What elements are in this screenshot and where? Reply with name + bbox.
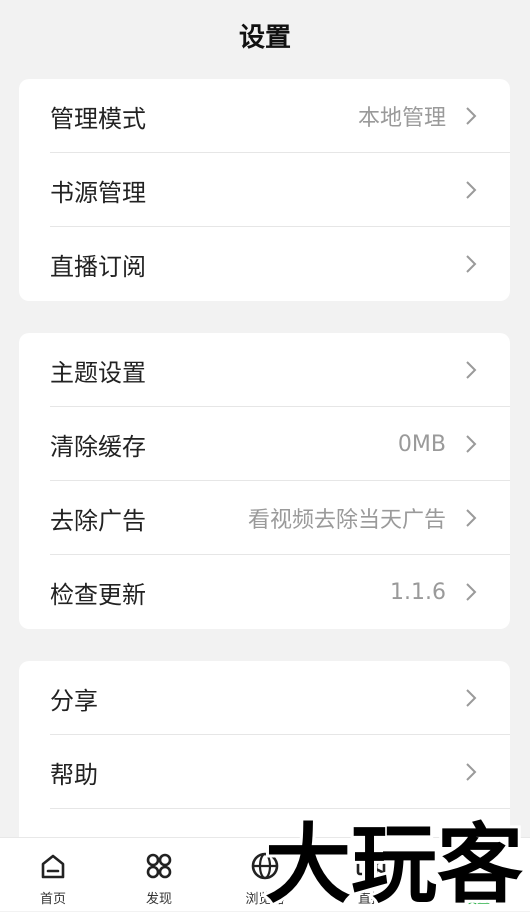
tab-live[interactable]: 直播 <box>318 838 424 911</box>
page-title: 设置 <box>238 22 291 53</box>
settings-group-management: 管理模式 本地管理 书源管理 直播订阅 <box>19 79 510 301</box>
setting-row-clear-cache[interactable]: 清除缓存 0MB <box>19 407 510 481</box>
divider <box>50 808 510 809</box>
chevron-right-icon <box>466 107 477 125</box>
settings-group-general: 主题设置 清除缓存 0MB 去除广告 看视频去除当天广告 检查更新 1.1.6 <box>19 333 510 629</box>
setting-row-check-update[interactable]: 检查更新 1.1.6 <box>19 555 510 629</box>
tab-label: 发现 <box>145 892 172 907</box>
chevron-right-icon <box>466 181 477 199</box>
setting-row-live-subscription[interactable]: 直播订阅 <box>19 227 510 301</box>
home-icon <box>41 854 65 879</box>
setting-value: 1.1.6 <box>390 579 446 605</box>
chevron-right-icon <box>466 763 477 781</box>
setting-label: 书源管理 <box>50 178 146 207</box>
setting-value: 0MB <box>397 431 446 457</box>
video-camera-icon <box>356 857 386 876</box>
tab-label: 首页 <box>39 892 66 907</box>
tab-label: 设置 <box>463 892 490 907</box>
chevron-right-icon <box>466 435 477 453</box>
setting-row-share[interactable]: 分享 <box>19 661 510 735</box>
chevron-right-icon <box>466 689 477 707</box>
bottom-tab-bar: 首页 发现 浏览器 直播 设置 <box>0 837 530 911</box>
setting-row-source-management[interactable]: 书源管理 <box>19 153 510 227</box>
setting-row-remove-ads[interactable]: 去除广告 看视频去除当天广告 <box>19 481 510 555</box>
tab-browser[interactable]: 浏览器 <box>212 838 318 911</box>
setting-row-help[interactable]: 帮助 <box>19 735 510 809</box>
setting-row-manage-mode[interactable]: 管理模式 本地管理 <box>19 79 510 153</box>
chevron-right-icon <box>466 509 477 527</box>
setting-label: 主题设置 <box>50 358 146 387</box>
chevron-right-icon <box>466 583 477 601</box>
setting-value: 本地管理 <box>357 106 446 131</box>
tab-settings[interactable]: 设置 <box>424 838 530 911</box>
tab-label: 直播 <box>357 892 384 907</box>
tab-discover[interactable]: 发现 <box>106 838 212 911</box>
chevron-right-icon <box>466 255 477 273</box>
globe-icon <box>251 852 279 880</box>
setting-label: 帮助 <box>50 760 98 789</box>
settings-group-misc: 分享 帮助 <box>19 661 510 851</box>
setting-label: 去除广告 <box>50 506 146 535</box>
setting-label: 检查更新 <box>50 580 146 609</box>
tab-home[interactable]: 首页 <box>0 838 106 911</box>
setting-row-theme[interactable]: 主题设置 <box>19 333 510 407</box>
setting-label: 分享 <box>50 686 98 715</box>
setting-label: 清除缓存 <box>50 432 146 461</box>
setting-label: 直播订阅 <box>50 252 146 281</box>
setting-value: 看视频去除当天广告 <box>247 508 446 533</box>
grid-icon <box>146 853 172 879</box>
setting-label: 管理模式 <box>50 104 146 133</box>
tab-label: 浏览器 <box>245 892 285 907</box>
settings-icon <box>466 853 488 879</box>
chevron-right-icon <box>466 361 477 379</box>
